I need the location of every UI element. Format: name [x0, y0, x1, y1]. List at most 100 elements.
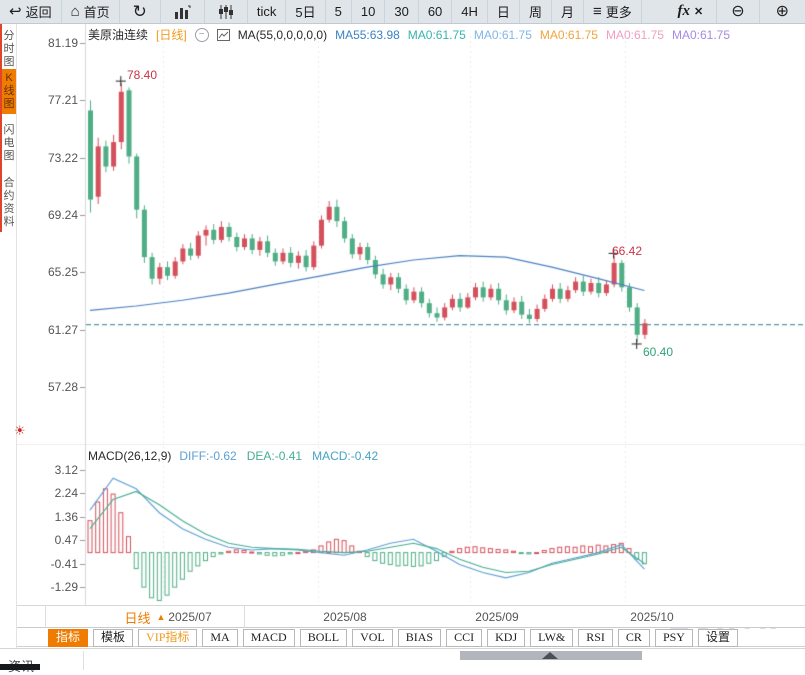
ma-value: MA0:61.75	[408, 28, 466, 42]
period-day-button[interactable]: 日	[488, 0, 520, 23]
period-month-button[interactable]: 月	[552, 0, 584, 23]
price-axis-label: 61.27	[28, 323, 78, 337]
tab-VOL[interactable]: VOL	[352, 629, 393, 647]
price-axis-label: 69.24	[28, 208, 78, 222]
tab-RSI[interactable]: RSI	[578, 629, 613, 647]
tab-设置[interactable]: 设置	[698, 629, 738, 647]
more-label: 更多	[606, 2, 632, 21]
date-axis-label: 2025/08	[323, 610, 366, 624]
period-selector[interactable]: 日线 ▲	[45, 606, 245, 628]
ma-formula: MA(55,0,0,0,0,0)	[238, 28, 327, 42]
sidebar-item-4[interactable]: 合约资料	[2, 174, 16, 232]
period-30min-button[interactable]: 30	[385, 0, 418, 23]
indicator-tabs-row: 指标模板 VIP指标 MA MACD BOLL VOL BIAS CCI KDJ LW&RSI CR…	[16, 629, 805, 647]
zoom-in-button[interactable]: ⊕	[760, 0, 805, 23]
scroll-up-arrow-icon[interactable]	[542, 652, 558, 659]
bottom-strip: 资讯	[0, 648, 805, 669]
collapse-icon[interactable]: −	[195, 28, 209, 42]
min10-label: 10	[361, 4, 375, 19]
date-axis-label: 2025/07	[168, 610, 211, 624]
tab-模板[interactable]: 模板	[93, 629, 133, 647]
tab-MA[interactable]: MA	[202, 629, 237, 647]
ma-value: MA0:61.75	[606, 28, 664, 42]
day-label: 日	[497, 2, 510, 21]
macd-values: DIFF:-0.62DEA:-0.41MACD:-0.42	[179, 449, 388, 463]
ma-values: MA55:63.98MA0:61.75MA0:61.75MA0:61.75MA0…	[335, 28, 738, 42]
macd-value: DIFF:-0.62	[179, 449, 236, 463]
sidebar-item-1[interactable]: 分时图	[2, 27, 16, 72]
macd-axis-label: 3.12	[28, 463, 78, 477]
min30-label: 30	[394, 4, 408, 19]
more-button[interactable]: ≡ 更多	[584, 0, 642, 23]
top-toolbar: ↩ 返回 ⌂ 首页 ↻ tick 5日 5 10 30 60 4H 日 周 月 …	[0, 0, 805, 24]
zoom-out-button[interactable]: ⊖	[717, 0, 759, 23]
horizontal-scrollbar[interactable]	[460, 651, 642, 660]
tab-CR[interactable]: CR	[618, 629, 650, 647]
price-axis-label: 77.21	[28, 93, 78, 107]
tab-CCI[interactable]: CCI	[446, 629, 482, 647]
macd-axis-label: -0.41	[28, 557, 78, 571]
five-day-label: 5日	[295, 2, 315, 21]
h4-label: 4H	[461, 4, 478, 19]
menu-icon: ≡	[593, 4, 602, 19]
ma-value: MA0:61.75	[540, 28, 598, 42]
period-tick-button[interactable]: tick	[248, 0, 287, 23]
week-label: 周	[529, 2, 542, 21]
period-4h-button[interactable]: 4H	[452, 0, 488, 23]
sidebar-item-3[interactable]: 闪电图	[2, 121, 16, 166]
formula-fx-button[interactable]: fx✕	[664, 0, 717, 23]
macd-value: DEA:-0.41	[247, 449, 302, 463]
bar-chart-icon	[174, 5, 191, 19]
tick-label: tick	[257, 4, 277, 19]
price-axis-label: 81.19	[28, 36, 78, 50]
bar-chart-view-button[interactable]	[161, 0, 205, 23]
tab-BOLL[interactable]: BOLL	[300, 629, 347, 647]
period-5min-button[interactable]: 5	[326, 0, 352, 23]
tab-BIAS[interactable]: BIAS	[398, 629, 441, 647]
symbol-name: 美原油连续	[88, 26, 148, 43]
period-week-button[interactable]: 周	[520, 0, 552, 23]
period-selector-label: 日线	[125, 608, 151, 627]
back-button[interactable]: ↩ 返回	[0, 0, 62, 23]
fx-label: fx	[677, 3, 690, 20]
price-axis-label: 57.28	[28, 380, 78, 394]
date-axis-label: 2025/10	[630, 610, 673, 624]
bottom-black-bar	[0, 664, 40, 670]
zoom-out-icon: ⊖	[731, 4, 744, 20]
candlestick-view-button[interactable]	[205, 0, 248, 23]
period-10min-button[interactable]: 10	[352, 0, 385, 23]
snapshot-icon[interactable]	[217, 29, 230, 41]
period-60min-button[interactable]: 60	[419, 0, 452, 23]
home-button[interactable]: ⌂ 首页	[62, 0, 120, 23]
triangle-up-icon: ▲	[157, 612, 166, 622]
tab-指标[interactable]: 指标	[48, 629, 88, 647]
period-tag: [日线]	[156, 26, 187, 43]
tab-KDJ[interactable]: KDJ	[487, 629, 525, 647]
macd-axis-label: 1.36	[28, 510, 78, 524]
tab-LW&[interactable]: LW&	[530, 629, 573, 647]
macd-title-row: MACD(26,12,9) DIFF:-0.62DEA:-0.41MACD:-0…	[88, 449, 388, 463]
divider	[83, 651, 84, 670]
candlestick-chart-canvas[interactable]	[0, 0, 805, 669]
candlestick-icon	[218, 5, 234, 19]
home-label: 首页	[84, 2, 110, 21]
refresh-button[interactable]: ↻	[120, 0, 161, 23]
tab-VIP指标[interactable]: VIP指标	[138, 629, 197, 647]
back-label: 返回	[26, 2, 52, 21]
period-5day-button[interactable]: 5日	[286, 0, 325, 23]
date-axis-row: 日线 ▲ 2025/072025/082025/092025/10	[16, 605, 805, 628]
month-label: 月	[561, 2, 574, 21]
sidebar-item-2[interactable]: K线图	[2, 69, 16, 114]
macd-settings-icon[interactable]: ☀	[14, 423, 26, 439]
tab-PSY[interactable]: PSY	[655, 629, 693, 647]
zoom-in-icon: ⊕	[776, 4, 789, 20]
back-arrow-icon: ↩	[9, 4, 22, 19]
ma-value: MA0:61.75	[672, 28, 730, 42]
macd-axis-label: 2.24	[28, 486, 78, 500]
swing-low-annotation: 60.40	[643, 345, 673, 359]
swing-high-annotation: 66.42	[612, 244, 642, 258]
refresh-icon: ↻	[133, 3, 147, 20]
high-price-annotation: 78.40	[127, 68, 157, 82]
tab-MACD[interactable]: MACD	[243, 629, 295, 647]
macd-axis-label: -1.29	[28, 580, 78, 594]
